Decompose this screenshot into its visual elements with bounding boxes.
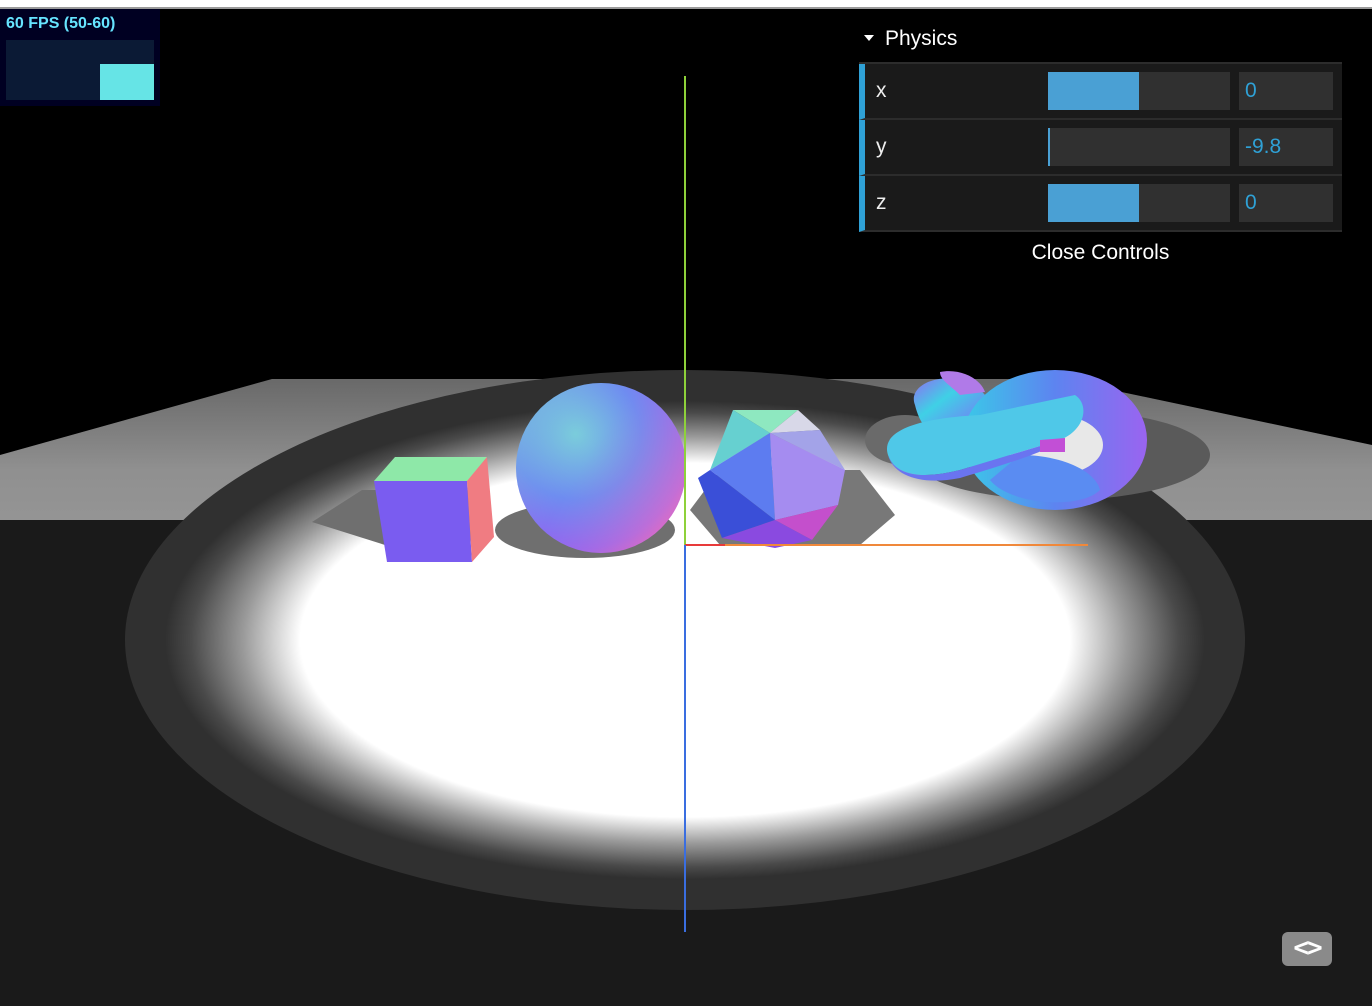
slider-y[interactable] (1048, 128, 1230, 166)
control-row-x: x (859, 64, 1342, 120)
folder-title: Physics (885, 27, 958, 50)
folder-physics[interactable]: Physics (853, 16, 1342, 62)
number-input-z[interactable] (1239, 184, 1333, 222)
slider-fill (1048, 184, 1139, 222)
fps-readout: 60 FPS (50-60) (6, 15, 116, 32)
fps-graph-bar (100, 64, 154, 100)
sphere-mesh[interactable] (516, 383, 686, 553)
fps-graph (6, 40, 154, 100)
caret-down-icon (864, 35, 874, 41)
close-controls-button[interactable]: Close Controls (859, 232, 1342, 274)
webgl-viewport[interactable]: 60 FPS (50-60) Physics x y (0, 0, 1372, 1006)
slider-z[interactable] (1048, 184, 1230, 222)
fps-stats-panel[interactable]: 60 FPS (50-60) (0, 9, 160, 106)
slider-x[interactable] (1048, 72, 1230, 110)
number-input-y[interactable] (1239, 128, 1333, 166)
control-row-z: z (859, 176, 1342, 232)
controls-panel: Physics x y z (853, 16, 1342, 274)
folder-rows: x y z (859, 62, 1342, 232)
control-row-y: y (859, 120, 1342, 176)
code-brackets-icon[interactable]: <> (1282, 932, 1332, 966)
cube-mesh[interactable] (374, 457, 494, 562)
control-label-x: x (876, 79, 887, 102)
control-label-y: y (876, 135, 887, 158)
control-label-z: z (876, 191, 887, 214)
slider-fill (1048, 128, 1050, 166)
number-input-x[interactable] (1239, 72, 1333, 110)
slider-fill (1048, 72, 1139, 110)
